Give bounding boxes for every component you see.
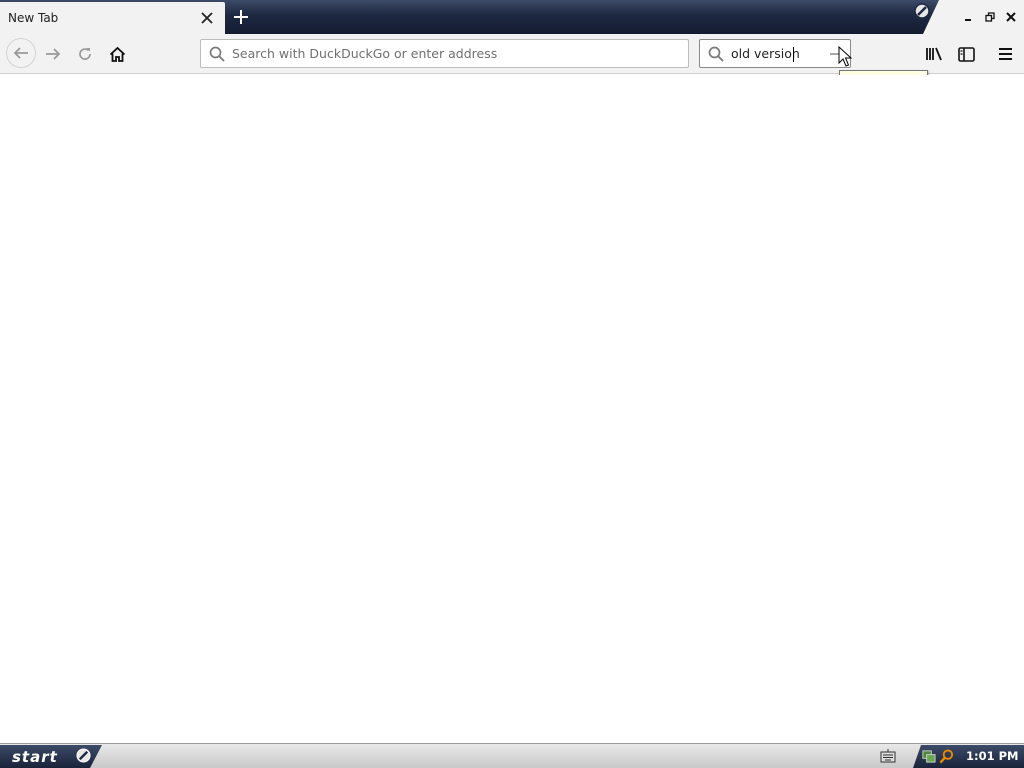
- search-icon: [209, 46, 225, 62]
- mouse-cursor-icon: [838, 46, 852, 67]
- address-input[interactable]: [232, 40, 682, 67]
- browser-titlebar: New Tab: [0, 0, 1024, 34]
- reload-button[interactable]: [71, 40, 99, 68]
- forward-button[interactable]: [39, 40, 67, 68]
- keyboard-icon[interactable]: [880, 749, 896, 763]
- back-button[interactable]: [6, 38, 36, 68]
- window-minimize-button[interactable]: [960, 9, 976, 25]
- clock: 1:01 PM: [966, 749, 1019, 763]
- close-icon: [201, 12, 213, 24]
- navigation-toolbar: [0, 34, 1024, 74]
- os-logo-icon: [914, 3, 930, 19]
- sidebar-icon: [957, 46, 975, 62]
- search-input[interactable]: [731, 40, 823, 67]
- library-icon: [926, 47, 942, 61]
- arrow-right-icon: [46, 48, 61, 60]
- sidebar-toggle-button[interactable]: [952, 40, 980, 68]
- search-tray-icon[interactable]: [939, 749, 954, 764]
- library-button[interactable]: [920, 40, 948, 68]
- new-tab-button[interactable]: [230, 6, 252, 28]
- page-content: [0, 75, 1024, 743]
- os-logo-icon: [76, 748, 91, 763]
- address-bar[interactable]: [200, 39, 689, 68]
- minimize-icon: [965, 19, 971, 21]
- home-icon: [109, 46, 125, 62]
- tab-title: New Tab: [8, 11, 59, 25]
- system-tray: 1:01 PM: [913, 745, 1024, 768]
- start-label: start: [12, 747, 58, 766]
- tab-close-button[interactable]: [198, 9, 216, 27]
- taskbar: start 1:01 PM: [0, 743, 1024, 768]
- hamburger-menu-icon: [998, 48, 1012, 60]
- text-caret: [793, 47, 794, 62]
- search-icon: [708, 46, 724, 62]
- home-button[interactable]: [103, 40, 131, 68]
- plus-icon: [234, 10, 248, 24]
- restore-icon: [985, 12, 995, 22]
- search-bar[interactable]: [699, 39, 851, 68]
- network-icon[interactable]: [921, 749, 936, 764]
- window-restore-button[interactable]: [982, 9, 998, 25]
- arrow-left-icon: [13, 47, 28, 59]
- open-menu-button[interactable]: [991, 40, 1019, 68]
- close-icon: [1006, 12, 1016, 22]
- reload-icon: [79, 48, 91, 60]
- tab-new-tab[interactable]: New Tab: [0, 2, 225, 34]
- window-close-button[interactable]: [1003, 9, 1019, 25]
